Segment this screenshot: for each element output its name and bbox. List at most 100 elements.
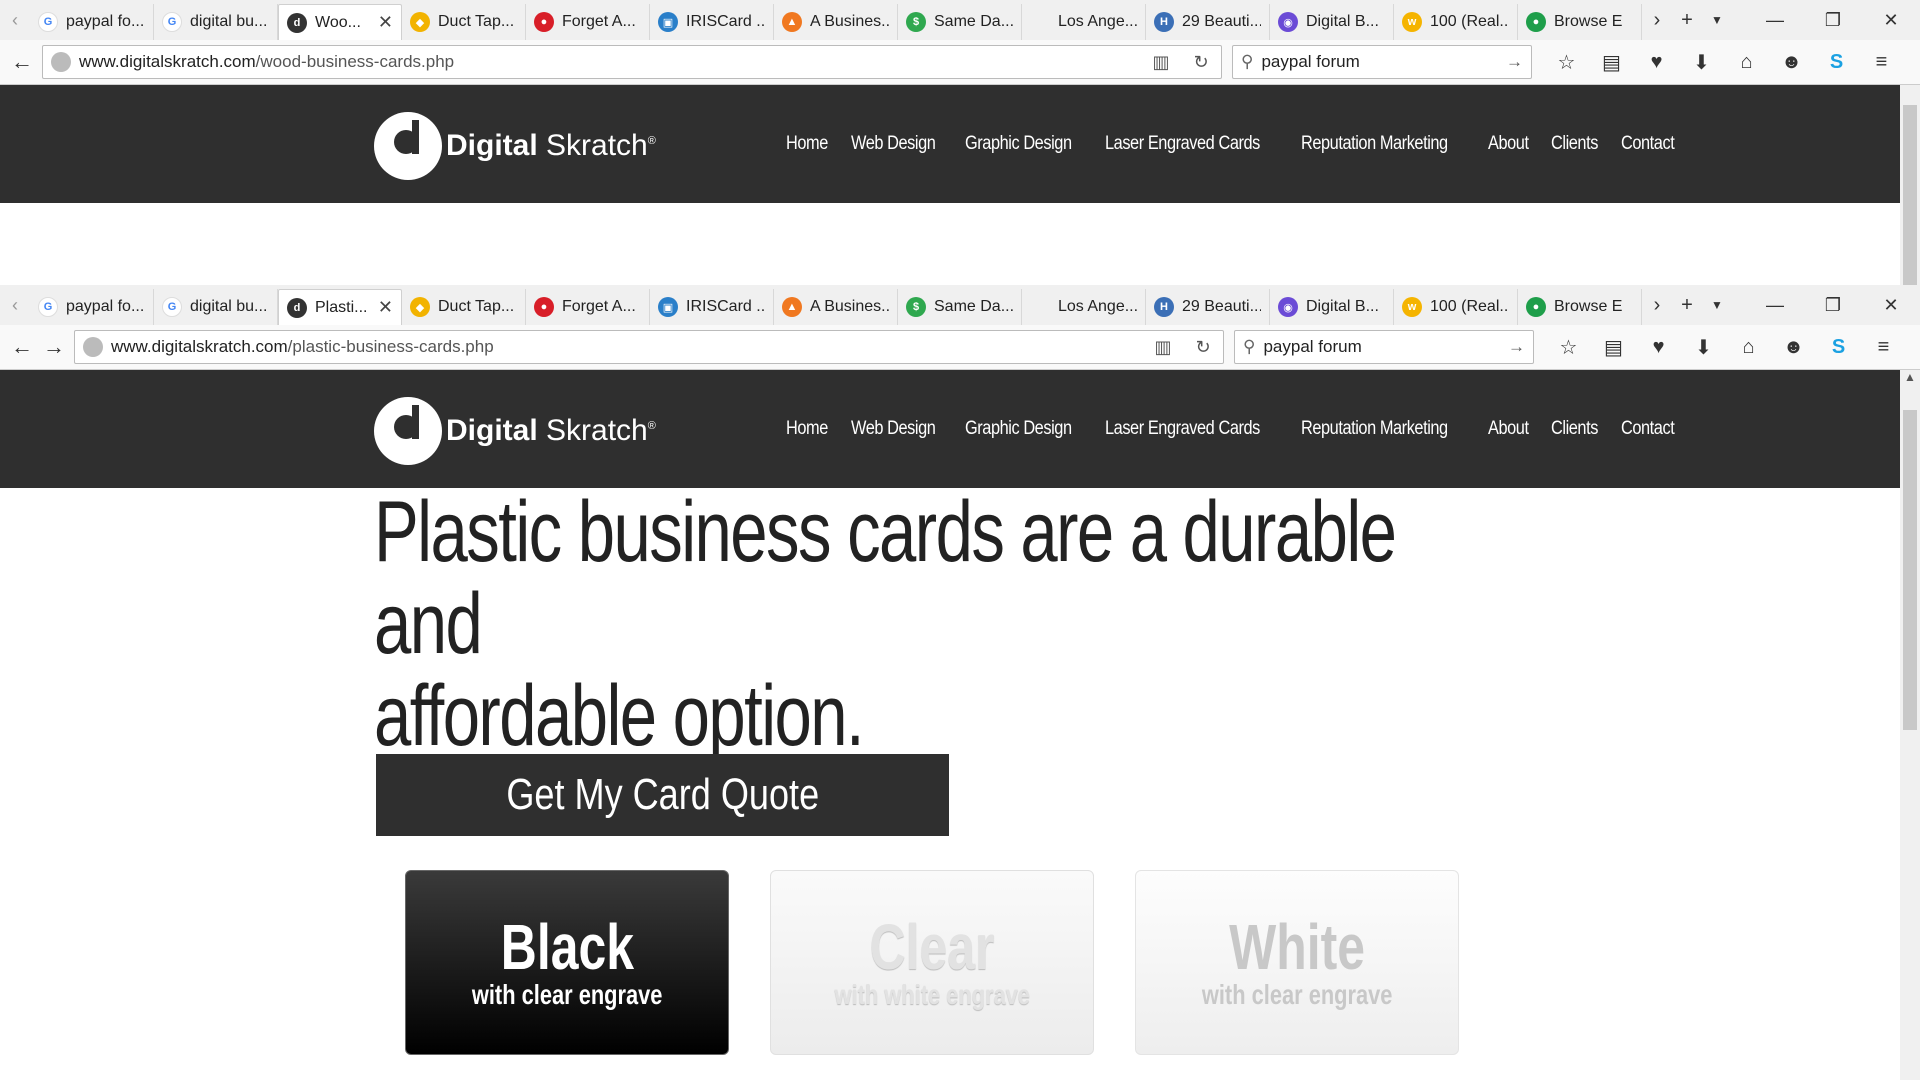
tab-scroll-left-icon[interactable]: ‹ [0, 285, 30, 325]
url-text[interactable]: www.digitalskratch.com/wood-business-car… [79, 52, 1141, 72]
browser-tab[interactable]: Gdigital bu... [154, 4, 278, 40]
nav-link-clients[interactable]: Clients [1551, 418, 1598, 440]
browser-tab[interactable]: ◆ Duct Tap... [402, 4, 526, 40]
chat-icon[interactable]: ☻ [1771, 330, 1816, 364]
card-option-clear[interactable]: Clear with white engrave [770, 870, 1094, 1055]
back-icon[interactable]: ← [6, 331, 38, 363]
nav-link-graphic-design[interactable]: Graphic Design [965, 418, 1072, 440]
chat-icon[interactable]: ☻ [1769, 45, 1814, 79]
browser-tab[interactable]: $ Same Da... [898, 4, 1022, 40]
search-go-icon[interactable]: → [1506, 52, 1523, 72]
pocket-icon[interactable]: ♥ [1636, 330, 1681, 364]
minimize-icon[interactable]: — [1746, 0, 1804, 40]
close-tab-icon[interactable]: ✕ [378, 297, 393, 318]
search-go-icon[interactable]: → [1508, 337, 1525, 357]
browser-tab[interactable]: ▲ A Busines... [774, 289, 898, 325]
browser-tab[interactable]: Gpaypal fo... [30, 4, 154, 40]
forward-icon[interactable]: → [38, 331, 70, 363]
browser-tab[interactable]: ▣ IRISCard ... [650, 4, 774, 40]
browser-tab[interactable]: Los Ange... [1022, 4, 1146, 40]
search-input[interactable]: paypal forum [1263, 337, 1508, 357]
browser-tab[interactable]: ▣ IRISCard ... [650, 289, 774, 325]
browser-tab[interactable]: d Woo... ✕ [278, 4, 402, 40]
browser-tab[interactable]: H 29 Beauti... [1146, 289, 1270, 325]
download-icon[interactable]: ⬇ [1681, 330, 1726, 364]
browser-tab[interactable]: ◉ Digital B... [1270, 4, 1394, 40]
nav-link-clients[interactable]: Clients [1551, 133, 1598, 155]
nav-link-about[interactable]: About [1488, 133, 1529, 155]
browser-tab[interactable]: H 29 Beauti... [1146, 4, 1270, 40]
browser-tab[interactable]: Gpaypal fo... [30, 289, 154, 325]
scroll-thumb[interactable] [1903, 105, 1917, 285]
minimize-icon[interactable]: — [1746, 285, 1804, 325]
scroll-up-icon[interactable]: ▲ [1900, 370, 1920, 390]
url-text[interactable]: www.digitalskratch.com/plastic-business-… [111, 337, 1143, 357]
nav-link-laser-engraved-cards[interactable]: Laser Engraved Cards [1105, 133, 1260, 155]
site-identity-icon[interactable] [83, 337, 103, 357]
browser-tab[interactable]: ● Browse E [1518, 4, 1642, 40]
scroll-thumb[interactable] [1903, 410, 1917, 730]
restore-icon[interactable]: ❐ [1804, 0, 1862, 40]
nav-link-laser-engraved-cards[interactable]: Laser Engraved Cards [1105, 418, 1260, 440]
nav-link-reputation-marketing[interactable]: Reputation Marketing [1301, 133, 1448, 155]
browser-tab[interactable]: w 100 (Real... [1394, 4, 1518, 40]
browser-tab[interactable]: $ Same Da... [898, 289, 1022, 325]
site-logo[interactable]: Digital Skratch® [374, 112, 656, 180]
nav-link-contact[interactable]: Contact [1621, 418, 1675, 440]
nav-link-web-design[interactable]: Web Design [851, 418, 936, 440]
tab-list-dropdown-icon[interactable]: ▼ [1702, 0, 1732, 40]
bookmark-star-icon[interactable]: ☆ [1544, 45, 1589, 79]
browser-tab[interactable]: w 100 (Real... [1394, 289, 1518, 325]
nav-link-graphic-design[interactable]: Graphic Design [965, 133, 1072, 155]
search-bar[interactable]: ⚲ paypal forum → [1234, 330, 1534, 364]
scrollbar[interactable]: ▲ [1900, 370, 1920, 1080]
tab-list-dropdown-icon[interactable]: ▼ [1702, 285, 1732, 325]
tab-scroll-right-icon[interactable]: › [1642, 0, 1672, 40]
close-window-icon[interactable]: ✕ [1862, 285, 1920, 325]
reload-icon[interactable]: ↻ [1181, 52, 1221, 73]
menu-icon[interactable]: ≡ [1859, 45, 1904, 79]
skype-icon[interactable]: S [1816, 330, 1861, 364]
reader-view-icon[interactable]: ▥ [1143, 337, 1183, 358]
tab-scroll-left-icon[interactable]: ‹ [0, 0, 30, 40]
nav-link-web-design[interactable]: Web Design [851, 133, 936, 155]
search-bar[interactable]: ⚲ paypal forum → [1232, 45, 1532, 79]
close-window-icon[interactable]: ✕ [1862, 0, 1920, 40]
bookmark-star-icon[interactable]: ☆ [1546, 330, 1591, 364]
site-identity-icon[interactable] [51, 52, 71, 72]
nav-link-home[interactable]: Home [786, 133, 828, 155]
card-option-white[interactable]: White with clear engrave [1135, 870, 1459, 1055]
home-icon[interactable]: ⌂ [1724, 45, 1769, 79]
new-tab-icon[interactable]: + [1672, 0, 1702, 40]
browser-tab[interactable]: d Plasti... ✕ [278, 289, 402, 325]
pocket-icon[interactable]: ♥ [1634, 45, 1679, 79]
download-icon[interactable]: ⬇ [1679, 45, 1724, 79]
scrollbar[interactable] [1900, 85, 1920, 285]
get-quote-button[interactable]: Get My Card Quote [376, 754, 949, 836]
bookmarks-list-icon[interactable]: ▤ [1591, 330, 1636, 364]
menu-icon[interactable]: ≡ [1861, 330, 1906, 364]
browser-tab[interactable]: ● Browse E [1518, 289, 1642, 325]
url-bar[interactable]: www.digitalskratch.com/plastic-business-… [74, 330, 1224, 364]
browser-tab[interactable]: Los Ange... [1022, 289, 1146, 325]
reader-view-icon[interactable]: ▥ [1141, 52, 1181, 73]
skype-icon[interactable]: S [1814, 45, 1859, 79]
browser-tab[interactable]: Gdigital bu... [154, 289, 278, 325]
site-logo[interactable]: Digital Skratch® [374, 397, 656, 465]
url-bar[interactable]: www.digitalskratch.com/wood-business-car… [42, 45, 1222, 79]
nav-link-home[interactable]: Home [786, 418, 828, 440]
browser-tab[interactable]: ◉ Digital B... [1270, 289, 1394, 325]
nav-link-contact[interactable]: Contact [1621, 133, 1675, 155]
close-tab-icon[interactable]: ✕ [378, 12, 393, 33]
nav-link-about[interactable]: About [1488, 418, 1529, 440]
browser-tab[interactable]: ● Forget A... [526, 289, 650, 325]
tab-scroll-right-icon[interactable]: › [1642, 285, 1672, 325]
card-option-black[interactable]: Black with clear engrave [405, 870, 729, 1055]
browser-tab[interactable]: ● Forget A... [526, 4, 650, 40]
browser-tab[interactable]: ▲ A Busines... [774, 4, 898, 40]
home-icon[interactable]: ⌂ [1726, 330, 1771, 364]
browser-tab[interactable]: ◆ Duct Tap... [402, 289, 526, 325]
nav-link-reputation-marketing[interactable]: Reputation Marketing [1301, 418, 1448, 440]
back-icon[interactable]: ← [6, 46, 38, 78]
new-tab-icon[interactable]: + [1672, 285, 1702, 325]
